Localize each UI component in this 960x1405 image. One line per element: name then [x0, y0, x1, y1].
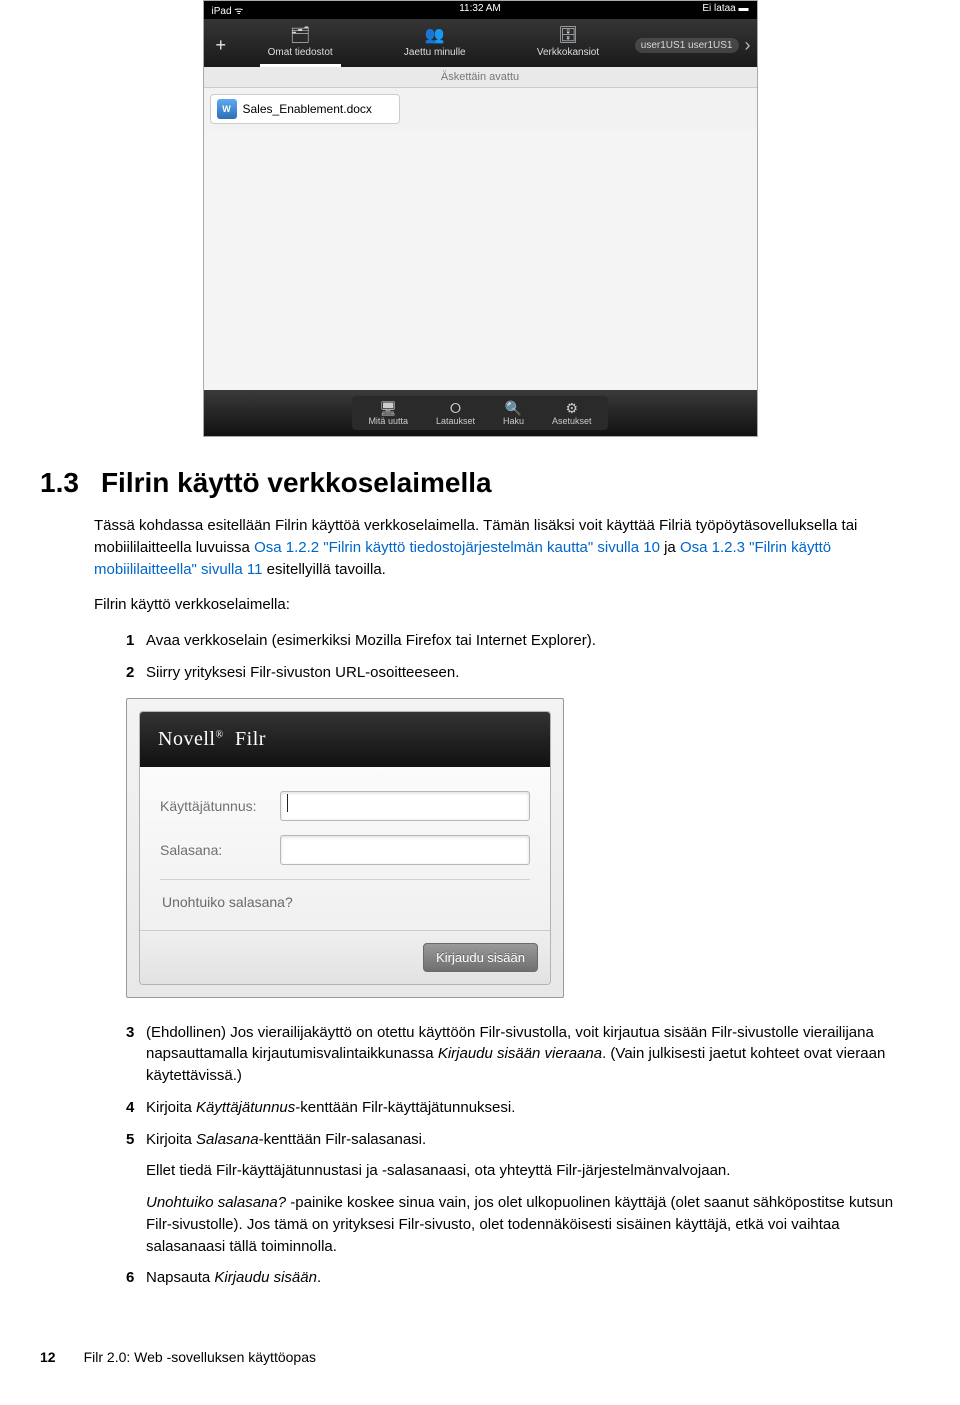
search-button[interactable]: 🔍 Haku — [489, 398, 538, 428]
step-4-num: 4 — [126, 1097, 146, 1119]
my-files-icon: 🗂 — [268, 25, 333, 45]
intro-text-b: ja — [660, 539, 680, 556]
step-4: 4 Kirjoita Käyttäjätunnus-kenttään Filr-… — [126, 1097, 920, 1119]
file-name: Sales_Enablement.docx — [243, 102, 372, 116]
step-6-num: 6 — [126, 1267, 146, 1289]
shared-icon: 👥 — [404, 25, 466, 45]
step-6-em: Kirjaudu sisään — [214, 1269, 317, 1286]
step-5-b: -kenttään Filr-salasanasi. — [259, 1131, 427, 1148]
step-5-em: Salasana — [196, 1131, 259, 1148]
tablet-top-nav: + 🗂 Omat tiedostot 👥 Jaettu minulle 🗄 Ve… — [204, 19, 757, 67]
downloads-label: Lataukset — [436, 416, 475, 426]
search-label: Haku — [503, 416, 524, 426]
step-1-text: Avaa verkkoselain (esimerkiksi Mozilla F… — [146, 630, 920, 652]
step-2-num: 2 — [126, 662, 146, 684]
step-4-text: Kirjoita Käyttäjätunnus-kenttään Filr-kä… — [146, 1097, 920, 1119]
step-6-b: . — [317, 1269, 321, 1286]
text-cursor-icon — [287, 794, 288, 812]
password-input[interactable] — [280, 835, 530, 865]
step-4-a: Kirjoita — [146, 1099, 196, 1116]
intro-paragraph: Tässä kohdassa esitellään Filrin käyttöä… — [94, 515, 920, 580]
step-5-a: Kirjoita — [146, 1131, 196, 1148]
forgot-password-link[interactable]: Unohtuiko salasana? — [160, 890, 530, 920]
status-right: Ei lataa ▬ — [702, 3, 748, 17]
registered-icon: ® — [215, 729, 223, 740]
doc-icon: W — [217, 99, 237, 119]
network-folder-icon: 🗄 — [537, 25, 599, 45]
step-1-num: 1 — [126, 630, 146, 652]
step-5-d: Unohtuiko salasana? -painike koskee sinu… — [146, 1192, 920, 1257]
step-3-em: Kirjaudu sisään vieraana — [438, 1045, 602, 1062]
status-bar: iPad ᯤ 11:32 AM Ei lataa ▬ — [204, 1, 757, 19]
tab-shared-to-me[interactable]: 👥 Jaettu minulle — [396, 23, 474, 67]
brand-filr: Filr — [235, 728, 266, 750]
tab-shared-label: Jaettu minulle — [404, 47, 466, 58]
intro-text-c: esitellyillä tavoilla. — [262, 561, 385, 578]
username-label: Käyttäjätunnus: — [160, 798, 280, 814]
settings-label: Asetukset — [552, 416, 592, 426]
chevron-right-icon[interactable]: › — [745, 35, 751, 56]
step-5-num: 5 — [126, 1129, 146, 1258]
step-4-b: -kenttään Filr-käyttäjätunnuksesi. — [295, 1099, 515, 1116]
step-1: 1 Avaa verkkoselain (esimerkiksi Mozilla… — [126, 630, 920, 652]
step-5-d-em: Unohtuiko salasana? — [146, 1194, 286, 1211]
steps-list-cont: 3 (Ehdollinen) Jos vierailijakäyttö on o… — [126, 1022, 920, 1290]
xref-1[interactable]: Osa 1.2.2 "Filrin käyttö tiedostojärjest… — [254, 539, 660, 556]
monitor-icon: 🖥 — [368, 400, 408, 416]
login-header: Novell® Filr — [140, 712, 550, 767]
steps-list: 1 Avaa verkkoselain (esimerkiksi Mozilla… — [126, 630, 920, 684]
login-footer: Kirjaudu sisään — [140, 930, 550, 984]
tab-own-files[interactable]: 🗂 Omat tiedostot — [260, 23, 341, 67]
login-screenshot: Novell® Filr Käyttäjätunnus: Salasana: U… — [126, 698, 564, 998]
user-chip[interactable]: user1US1 user1US1 — [635, 38, 739, 53]
tab-network-folders[interactable]: 🗄 Verkkokansiot — [529, 23, 607, 67]
download-icon: ⭘ — [436, 400, 475, 416]
tablet-screenshot: iPad ᯤ 11:32 AM Ei lataa ▬ + 🗂 Omat tied… — [203, 0, 758, 437]
step-3: 3 (Ehdollinen) Jos vierailijakäyttö on o… — [126, 1022, 920, 1087]
step-6: 6 Napsauta Kirjaudu sisään. — [126, 1267, 920, 1289]
settings-button[interactable]: ⚙ Asetukset — [538, 398, 606, 428]
page-number: 12 — [40, 1349, 56, 1365]
step-3-num: 3 — [126, 1022, 146, 1087]
step-2-text: Siirry yrityksesi Filr-sivuston URL-osoi… — [146, 662, 920, 684]
login-form: Käyttäjätunnus: Salasana: Unohtuiko sala… — [140, 767, 550, 930]
whats-new-button[interactable]: 🖥 Mitä uutta — [354, 398, 422, 428]
login-divider — [160, 879, 530, 880]
whats-new-label: Mitä uutta — [368, 416, 408, 426]
step-2: 2 Siirry yrityksesi Filr-sivuston URL-os… — [126, 662, 920, 684]
section-number: 1.3 — [40, 467, 79, 498]
step-5-text: Kirjoita Salasana-kenttään Filr-salasana… — [146, 1129, 920, 1258]
password-label: Salasana: — [160, 842, 280, 858]
section-title: Filrin käyttö verkkoselaimella — [101, 467, 492, 498]
step-5-c: Ellet tiedä Filr-käyttäjätunnustasi ja -… — [146, 1160, 920, 1182]
step-5: 5 Kirjoita Salasana-kenttään Filr-salasa… — [126, 1129, 920, 1258]
tab-network-label: Verkkokansiot — [537, 47, 599, 58]
login-button[interactable]: Kirjaudu sisään — [423, 943, 538, 972]
add-icon[interactable]: + — [210, 35, 233, 56]
section-heading: 1.3 Filrin käyttö verkkoselaimella — [40, 467, 920, 499]
search-icon: 🔍 — [503, 400, 524, 416]
page-footer: 12 Filr 2.0: Web -sovelluksen käyttöopas — [40, 1349, 920, 1365]
status-left: iPad ᯤ — [212, 3, 244, 17]
step-4-em: Käyttäjätunnus — [196, 1099, 295, 1116]
lead-line: Filrin käyttö verkkoselaimella: — [94, 594, 920, 616]
tablet-body-blank — [204, 130, 757, 390]
doc-title-footer: Filr 2.0: Web -sovelluksen käyttöopas — [84, 1349, 316, 1365]
recently-opened-label: Äskettäin avattu — [204, 67, 757, 88]
step-3-text: (Ehdollinen) Jos vierailijakäyttö on ote… — [146, 1022, 920, 1087]
username-input[interactable] — [280, 791, 530, 821]
file-row[interactable]: W Sales_Enablement.docx — [210, 94, 400, 124]
gear-icon: ⚙ — [552, 400, 592, 416]
step-6-text: Napsauta Kirjaudu sisään. — [146, 1267, 920, 1289]
downloads-button[interactable]: ⭘ Lataukset — [422, 398, 489, 428]
brand-novell: Novell — [158, 728, 215, 750]
tablet-bottom-bar: 🖥 Mitä uutta ⭘ Lataukset 🔍 Haku ⚙ Asetuk… — [204, 390, 757, 436]
status-center-time: 11:32 AM — [459, 3, 501, 14]
tab-own-files-label: Omat tiedostot — [268, 47, 333, 58]
step-6-a: Napsauta — [146, 1269, 214, 1286]
